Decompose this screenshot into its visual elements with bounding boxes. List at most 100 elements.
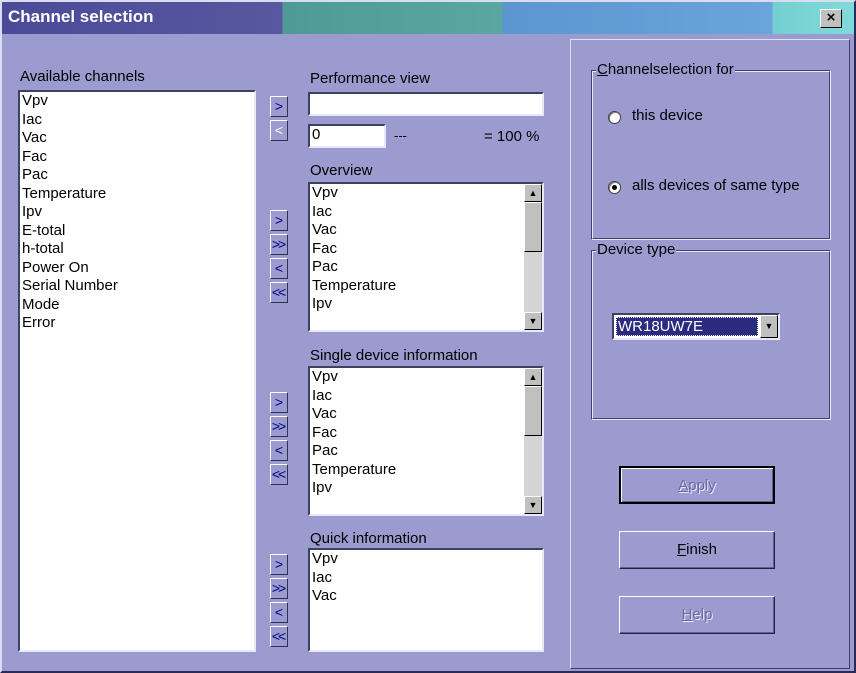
overview-add-button[interactable]: > xyxy=(270,210,288,231)
list-item[interactable]: Iac xyxy=(312,387,542,406)
overview-rows: Vpv Iac Vac Fac Pac Temperature Ipv xyxy=(312,184,542,314)
available-channels-label: Available channels xyxy=(20,68,145,85)
quick-remove-all-button[interactable]: << xyxy=(270,626,288,647)
quick-information-list[interactable]: Vpv Iac Vac xyxy=(308,548,544,652)
list-item[interactable]: Power On xyxy=(22,259,254,278)
list-item[interactable]: E-total xyxy=(22,222,254,241)
channelselection-group-title: Channelselection for xyxy=(596,61,735,78)
apply-button-label: Apply xyxy=(678,477,716,494)
overview-add-all-button[interactable]: >> xyxy=(270,234,288,255)
dropdown-arrow-icon[interactable]: ▼ xyxy=(760,315,778,338)
quick-information-label: Quick information xyxy=(310,530,427,547)
list-item[interactable]: h-total xyxy=(22,240,254,259)
single-add-button[interactable]: > xyxy=(270,392,288,413)
list-item[interactable]: Error xyxy=(22,314,254,333)
help-button-label: Help xyxy=(682,606,713,623)
list-item[interactable]: Temperature xyxy=(22,185,254,204)
help-accel: H xyxy=(681,606,693,623)
list-item[interactable]: Temperature xyxy=(312,461,542,480)
device-type-value: WR18UW7E xyxy=(616,317,758,336)
close-button[interactable]: × xyxy=(820,9,842,28)
single-device-label: Single device information xyxy=(310,347,478,364)
list-item[interactable]: Iac xyxy=(22,111,254,130)
list-item[interactable]: Fac xyxy=(312,240,542,259)
performance-dash: --- xyxy=(394,128,407,143)
available-channels-list[interactable]: Vpv Iac Vac Fac Pac Temperature Ipv E-total h-to… xyxy=(18,90,256,652)
finish-rest: inish xyxy=(686,541,718,558)
list-item[interactable]: Pac xyxy=(22,166,254,185)
quick-add-all-button[interactable]: >> xyxy=(270,578,288,599)
quick-add-button[interactable]: > xyxy=(270,554,288,575)
available-channels-rows: Vpv Iac Vac Fac Pac Temperature Ipv E-total h-to… xyxy=(22,92,254,333)
list-item[interactable]: Ipv xyxy=(22,203,254,222)
radio-all-devices-label[interactable]: alls devices of same type xyxy=(632,177,800,194)
list-item[interactable]: Pac xyxy=(312,258,542,277)
channelselection-accel: C xyxy=(597,61,608,78)
overview-list[interactable]: Vpv Iac Vac Fac Pac Temperature Ipv ▲ ▼ xyxy=(308,182,544,332)
overview-remove-all-button[interactable]: << xyxy=(270,282,288,303)
quick-remove-button[interactable]: < xyxy=(270,602,288,623)
help-rest: elp xyxy=(692,606,713,623)
radio-this-device-label[interactable]: this device xyxy=(632,107,703,124)
device-type-select[interactable]: WR18UW7E ▼ xyxy=(612,313,780,340)
finish-accel: F xyxy=(676,541,687,558)
performance-remove-button[interactable]: < xyxy=(270,120,288,141)
window-title: Channel selection xyxy=(8,7,154,26)
single-add-all-button[interactable]: >> xyxy=(270,416,288,437)
scroll-down-icon[interactable]: ▼ xyxy=(524,312,542,330)
overview-remove-button[interactable]: < xyxy=(270,258,288,279)
single-remove-button[interactable]: < xyxy=(270,440,288,461)
list-item[interactable]: Iac xyxy=(312,203,542,222)
right-panel: Channelselection for this device alls de… xyxy=(570,39,850,669)
list-item[interactable]: Ipv xyxy=(312,295,542,314)
radio-all-devices-circle[interactable] xyxy=(608,181,621,194)
title-bar[interactable]: Channel selection × xyxy=(2,2,854,34)
list-item[interactable]: Ipv xyxy=(312,479,542,498)
list-item[interactable]: Vac xyxy=(312,221,542,240)
device-type-group: Device type WR18UW7E ▼ xyxy=(591,241,831,420)
single-device-scrollbar[interactable]: ▲ ▼ xyxy=(524,368,542,514)
list-item[interactable]: Vpv xyxy=(312,184,542,203)
list-item[interactable]: Vac xyxy=(22,129,254,148)
list-item[interactable]: Vpv xyxy=(312,550,542,569)
quick-information-rows: Vpv Iac Vac xyxy=(312,550,542,606)
scroll-up-icon[interactable]: ▲ xyxy=(524,368,542,386)
list-item[interactable]: Vac xyxy=(312,587,542,606)
list-item[interactable]: Temperature xyxy=(312,277,542,296)
device-type-group-title: Device type xyxy=(596,241,677,258)
list-item[interactable]: Iac xyxy=(312,569,542,588)
apply-accel: A xyxy=(678,477,689,494)
scroll-down-icon[interactable]: ▼ xyxy=(524,496,542,514)
single-device-list[interactable]: Vpv Iac Vac Fac Pac Temperature Ipv ▲ ▼ xyxy=(308,366,544,516)
channel-selection-dialog: Channel selection × Available channels V… xyxy=(0,0,856,673)
help-button[interactable]: Help xyxy=(619,596,775,634)
list-item[interactable]: Vac xyxy=(312,405,542,424)
single-remove-all-button[interactable]: << xyxy=(270,464,288,485)
performance-min-input[interactable]: 0 xyxy=(308,124,386,148)
list-item[interactable]: Mode xyxy=(22,296,254,315)
finish-button-label: Finish xyxy=(677,541,717,558)
channelselection-group: Channelselection for this device alls de… xyxy=(591,61,831,240)
performance-percent-label: = 100 % xyxy=(484,128,540,145)
radio-this-device-circle[interactable] xyxy=(608,111,621,124)
list-item[interactable]: Vpv xyxy=(22,92,254,111)
performance-add-button[interactable]: > xyxy=(270,96,288,117)
performance-view-field[interactable] xyxy=(308,92,544,116)
overview-label: Overview xyxy=(310,162,373,179)
scroll-up-icon[interactable]: ▲ xyxy=(524,184,542,202)
single-device-rows: Vpv Iac Vac Fac Pac Temperature Ipv xyxy=(312,368,542,498)
overview-scrollbar[interactable]: ▲ ▼ xyxy=(524,184,542,330)
list-item[interactable]: Fac xyxy=(312,424,542,443)
finish-button[interactable]: Finish xyxy=(619,531,775,569)
radio-selected-dot xyxy=(612,185,617,190)
apply-rest: pply xyxy=(688,477,716,494)
list-item[interactable]: Vpv xyxy=(312,368,542,387)
apply-button[interactable]: Apply xyxy=(619,466,775,504)
scroll-thumb[interactable] xyxy=(524,386,542,436)
list-item[interactable]: Serial Number xyxy=(22,277,254,296)
list-item[interactable]: Pac xyxy=(312,442,542,461)
list-item[interactable]: Fac xyxy=(22,148,254,167)
scroll-thumb[interactable] xyxy=(524,202,542,252)
performance-view-label: Performance view xyxy=(310,70,431,87)
channelselection-title-text: hannelselection for xyxy=(607,61,734,78)
